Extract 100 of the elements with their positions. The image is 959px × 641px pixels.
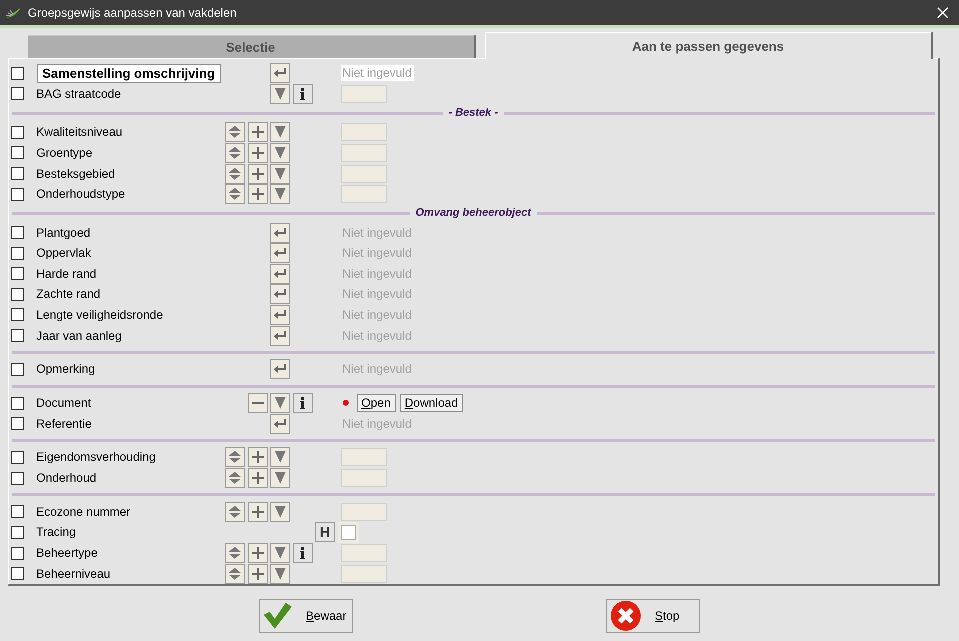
add-button[interactable] — [248, 122, 268, 142]
download-button[interactable]: Download — [400, 394, 464, 412]
field-label: Eigendomsverhouding — [36, 450, 157, 464]
down-triangle-icon — [274, 126, 286, 138]
open-button[interactable]: Open — [356, 394, 396, 412]
value-field[interactable] — [340, 564, 386, 583]
info-button[interactable] — [292, 84, 312, 104]
up-down-button[interactable] — [225, 184, 245, 204]
dropdown-button[interactable] — [270, 502, 290, 522]
text-field[interactable]: Niet ingevuld — [340, 65, 414, 82]
value-field[interactable] — [340, 84, 386, 103]
add-button[interactable] — [248, 564, 268, 584]
up-down-arrows-icon — [228, 504, 242, 519]
value-field[interactable] — [340, 544, 386, 562]
row-checkbox[interactable] — [11, 167, 24, 180]
tab[interactable]: Selectie — [28, 35, 476, 58]
enter-button[interactable] — [270, 63, 290, 84]
value-field[interactable] — [340, 123, 386, 142]
text-field[interactable]: Niet ingevuld — [340, 286, 414, 302]
up-down-button[interactable] — [225, 502, 245, 522]
row-checkbox[interactable] — [11, 226, 24, 240]
dropdown-button[interactable] — [270, 564, 290, 584]
add-button[interactable] — [248, 543, 268, 564]
dropdown-button[interactable] — [270, 142, 290, 163]
row-checkbox[interactable] — [11, 362, 24, 376]
up-down-button[interactable] — [225, 468, 245, 488]
add-button[interactable] — [248, 142, 268, 163]
up-down-button[interactable] — [225, 142, 245, 163]
enter-button[interactable] — [270, 359, 290, 380]
plus-icon — [252, 188, 264, 200]
enter-icon — [274, 268, 286, 279]
row-checkbox[interactable] — [11, 288, 24, 301]
text-field[interactable]: Niet ingevuld — [340, 416, 414, 432]
info-button[interactable] — [292, 543, 312, 564]
enter-icon — [274, 248, 286, 258]
row-checkbox[interactable] — [11, 146, 24, 160]
row-checkbox[interactable] — [11, 505, 24, 518]
enter-button[interactable] — [270, 222, 290, 243]
row-checkbox[interactable] — [11, 87, 24, 100]
tab[interactable]: Aan te passen gegevens — [484, 32, 933, 59]
text-field[interactable]: Niet ingevuld — [340, 328, 414, 344]
value-field[interactable] — [340, 164, 386, 183]
minus-icon — [252, 402, 264, 404]
dropdown-button[interactable] — [270, 122, 290, 142]
enter-button[interactable] — [270, 264, 290, 284]
dropdown-button[interactable] — [270, 393, 290, 414]
text-field[interactable]: Niet ingevuld — [340, 266, 414, 282]
row-checkbox[interactable] — [11, 546, 24, 560]
enter-button[interactable] — [270, 243, 290, 264]
up-down-button[interactable] — [225, 122, 245, 142]
text-field[interactable]: Niet ingevuld — [340, 224, 414, 241]
enter-button[interactable] — [270, 284, 290, 304]
info-button[interactable] — [292, 393, 312, 414]
dropdown-button[interactable] — [270, 468, 290, 488]
row-checkbox[interactable] — [11, 66, 24, 80]
row-checkbox[interactable] — [11, 267, 24, 280]
row-checkbox[interactable] — [11, 308, 24, 322]
enter-button[interactable] — [270, 414, 290, 434]
row-checkbox[interactable] — [11, 396, 24, 410]
enter-icon — [274, 330, 286, 341]
field-label: Beheerniveau — [36, 566, 112, 581]
h-button[interactable]: H — [315, 522, 335, 542]
row-checkbox[interactable] — [11, 450, 24, 464]
up-down-button[interactable] — [225, 447, 245, 468]
row-checkbox[interactable] — [11, 246, 24, 260]
enter-button[interactable] — [270, 326, 290, 346]
dropdown-button[interactable] — [270, 543, 290, 564]
text-field[interactable]: Niet ingevuld — [340, 245, 414, 262]
row-checkbox[interactable] — [11, 417, 24, 430]
section-title: Omvang beheerobject — [416, 207, 532, 220]
text-field[interactable]: Niet ingevuld — [340, 361, 414, 378]
add-button[interactable] — [248, 447, 268, 468]
enter-button[interactable] — [270, 304, 290, 325]
up-down-button[interactable] — [225, 164, 245, 184]
up-down-button[interactable] — [225, 564, 245, 584]
up-down-button[interactable] — [225, 543, 245, 564]
dropdown-button[interactable] — [270, 447, 290, 468]
save-button[interactable]: Bewaar — [259, 599, 353, 633]
text-field[interactable]: Niet ingevuld — [340, 306, 414, 323]
row-checkbox[interactable] — [11, 188, 24, 201]
add-button[interactable] — [248, 502, 268, 522]
dropdown-button[interactable] — [270, 184, 290, 204]
value-field[interactable] — [340, 144, 386, 162]
remove-button[interactable] — [248, 393, 268, 414]
value-field[interactable] — [340, 469, 386, 488]
value-field[interactable] — [340, 448, 386, 466]
row-checkbox[interactable] — [11, 126, 24, 139]
add-button[interactable] — [248, 184, 268, 204]
add-button[interactable] — [248, 164, 268, 184]
add-button[interactable] — [248, 468, 268, 488]
dropdown-button[interactable] — [270, 164, 290, 184]
row-checkbox[interactable] — [11, 329, 24, 342]
stop-button[interactable]: Stop — [606, 599, 700, 633]
dropdown-button[interactable] — [270, 84, 290, 104]
row-checkbox[interactable] — [11, 472, 24, 485]
value-field[interactable] — [340, 185, 386, 204]
row-checkbox[interactable] — [11, 526, 24, 539]
value-field[interactable] — [340, 502, 386, 521]
row-checkbox[interactable] — [11, 567, 24, 580]
down-triangle-icon — [274, 568, 286, 580]
